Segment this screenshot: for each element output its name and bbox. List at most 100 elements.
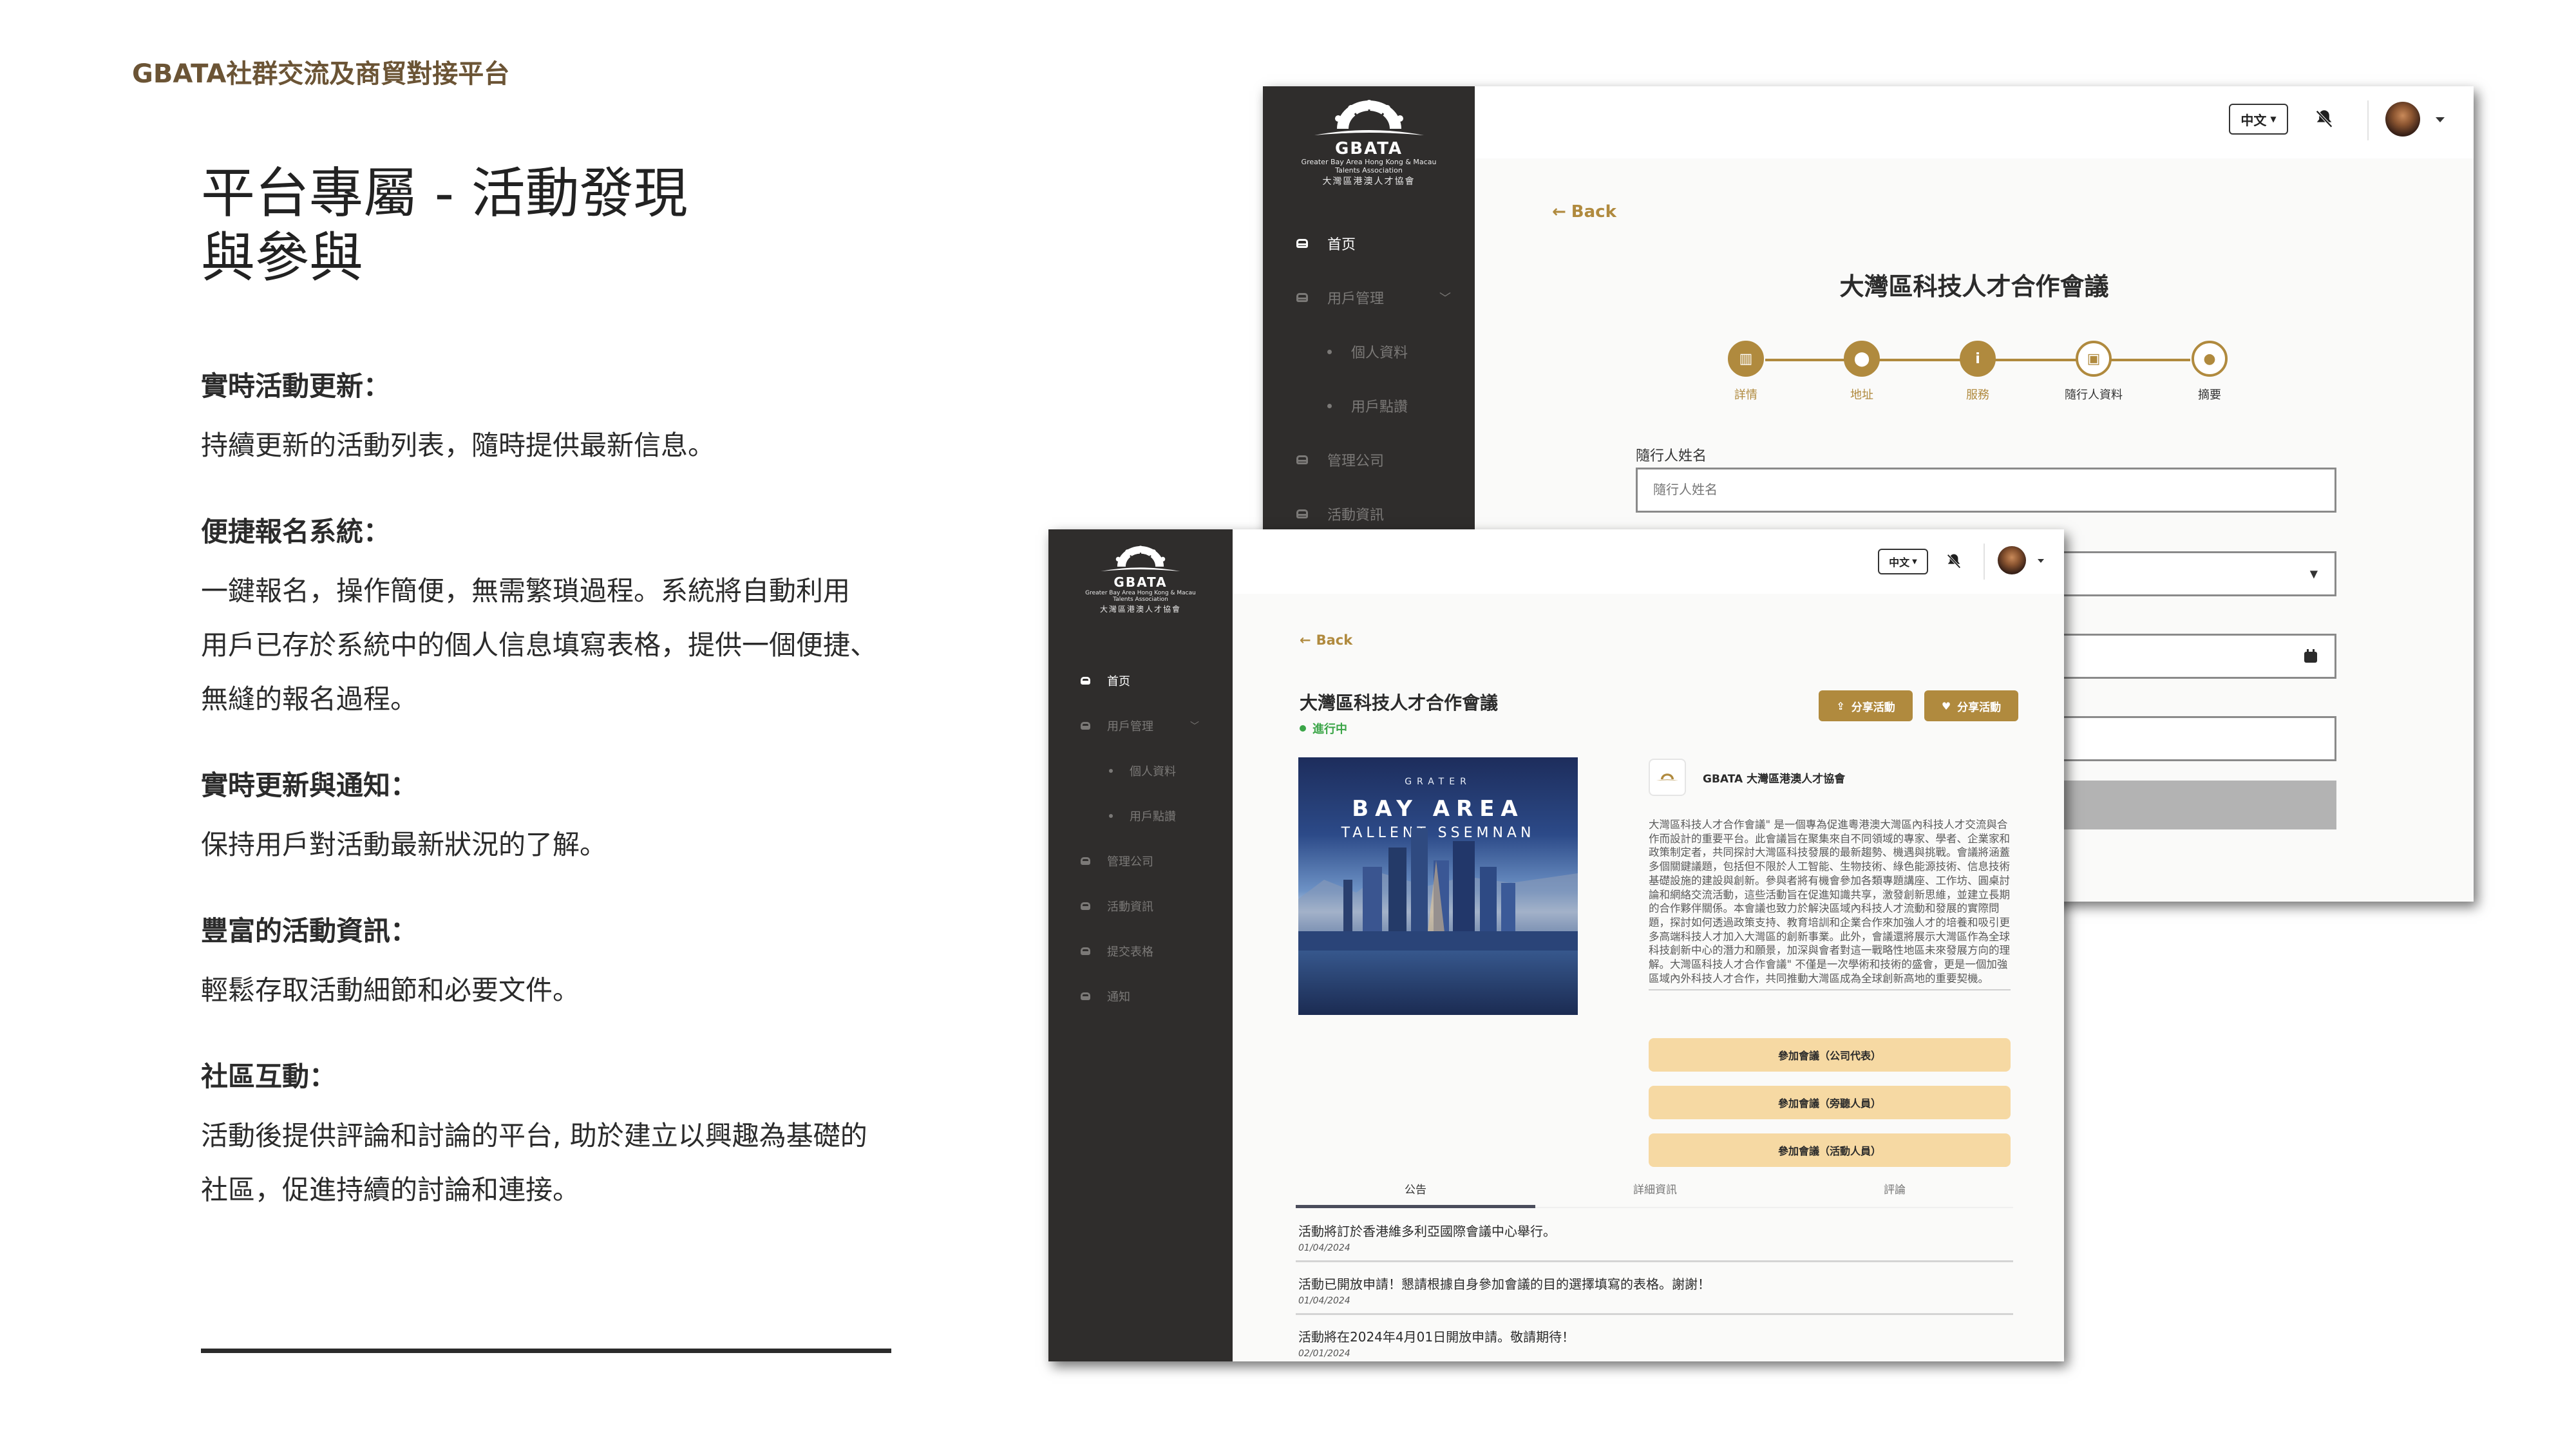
bell-slash-icon[interactable]	[1945, 551, 1963, 571]
sidebar: GBATA Greater Bay Area Hong Kong & Macau…	[1048, 529, 1233, 1361]
sidebar-item-label: 用戶點讚	[1351, 399, 1408, 415]
feature-easy-registration: 便捷報名系統： 一鍵報名，操作簡便，無需繁瑣過程。系統將自動利用 用戶已存於系統…	[201, 513, 974, 726]
event-description: 大灣區科技人才合作會議" 是一個專為促進粵港澳大灣區內科技人才交流與合作而設計的…	[1649, 818, 2011, 991]
logo-arch-icon	[1314, 100, 1424, 135]
feature-desc: 保持用戶對活動最新狀況的了解。	[201, 829, 607, 860]
sidebar-item-label: 個人資料	[1130, 765, 1176, 779]
tab-announcements[interactable]: 公告	[1296, 1179, 1535, 1208]
top-bar: 中文 ▼	[1475, 86, 2474, 158]
slide-title: 平台專屬 - 活動發現 與參與	[201, 161, 688, 290]
menu-icon	[1081, 677, 1090, 685]
menu-icon	[1296, 239, 1308, 248]
back-link[interactable]: ← Back	[1552, 202, 1616, 222]
sidebar-item-label: 個人資料	[1351, 345, 1408, 361]
announcement-item: 活動將在2024年4月01日開放申請。敬請期待！ 02/01/2024	[1296, 1315, 2013, 1361]
step-summary[interactable]: ● 摘要	[2158, 341, 2261, 402]
tab-comments[interactable]: 評論	[1775, 1179, 2014, 1202]
sidebar-item-notifications[interactable]: 通知	[1081, 988, 1130, 1005]
share-label: 分享活動	[1851, 701, 1895, 714]
chevron-down-icon: ﹀	[1190, 721, 1199, 732]
join-as-company-rep-button[interactable]: 參加會議（公司代表）	[1649, 1038, 2011, 1072]
share-event-button[interactable]: ⇪ 分享活動	[1819, 690, 1913, 721]
menu-icon	[1081, 722, 1090, 730]
sidebar-item-label: 活動資訊	[1327, 507, 1385, 524]
caret-down-icon: ▼	[2270, 115, 2277, 124]
feature-desc: 輕鬆存取活動細節和必要文件。	[201, 974, 580, 1006]
slide-title-line1: 平台專屬 - 活動發現	[201, 162, 688, 225]
favorite-event-button[interactable]: ♥ 分享活動	[1924, 690, 2018, 721]
companion-name-input[interactable]	[1636, 468, 2336, 513]
announcement-item: 活動將訂於香港維多利亞國際會議中心舉行。 01/04/2024	[1296, 1209, 2013, 1262]
feature-title: 社區互動：	[201, 1061, 337, 1092]
sidebar-item-label: 首页	[1107, 675, 1130, 688]
organizer-name: GBATA 大灣區港澳人才協會	[1703, 772, 1846, 786]
sidebar-item-label: 提交表格	[1107, 945, 1153, 959]
caret-down-icon[interactable]	[2436, 117, 2445, 122]
sidebar-item-events[interactable]: 活動資訊	[1081, 898, 1153, 914]
event-tabs: 公告 詳細資訊 評論	[1296, 1179, 2013, 1208]
menu-icon	[1081, 992, 1090, 1000]
logo-zh: 大灣區港澳人才協會	[1099, 604, 1181, 614]
event-banner-image: GRATER BAY AREA TALLENT SSEMNAN	[1298, 757, 1578, 1015]
top-bar: 中文 ▼	[1233, 529, 2064, 594]
bell-slash-icon[interactable]	[2313, 107, 2335, 130]
sidebar-item-home[interactable]: 首页	[1081, 672, 1130, 689]
caret-down-icon[interactable]	[2038, 559, 2044, 563]
join-as-staff-button[interactable]: 參加會議（活動人員）	[1649, 1133, 2011, 1167]
sidebar-subitem-profile[interactable]: 個人資料	[1109, 762, 1176, 779]
bullet-icon	[1109, 769, 1113, 773]
user-avatar[interactable]	[2385, 102, 2420, 137]
feature-event-info: 豐富的活動資訊： 輕鬆存取活動細節和必要文件。	[201, 912, 974, 1018]
sidebar-item-user-management[interactable]: 用戶管理 ﹀	[1296, 287, 1451, 308]
step-companion[interactable]: ▣ 隨行人資料	[2042, 341, 2145, 402]
tab-details[interactable]: 詳細資訊	[1535, 1179, 1775, 1202]
sidebar-item-manage-company[interactable]: 管理公司	[1296, 450, 1384, 470]
join-as-observer-button[interactable]: 參加會議（旁聽人員）	[1649, 1086, 2011, 1119]
language-select[interactable]: 中文 ▼	[2229, 104, 2288, 135]
step-address[interactable]: ⬤ 地址	[1810, 341, 1913, 402]
status-badge: 進行中	[1300, 720, 1347, 737]
building-icon: ▥	[1728, 341, 1764, 377]
step-services[interactable]: i 服務	[1926, 341, 2029, 402]
sidebar-item-submit-form[interactable]: 提交表格	[1081, 943, 1153, 960]
language-label: 中文	[1889, 556, 1910, 569]
sidebar-subitem-likes[interactable]: 用戶點讚	[1109, 808, 1176, 824]
calendar-icon	[2304, 649, 2317, 663]
logo-en-line1: Greater Bay Area Hong Kong & Macau	[1085, 590, 1196, 596]
bullet-icon	[1327, 349, 1332, 354]
event-detail-window: GBATA Greater Bay Area Hong Kong & Macau…	[1048, 529, 2064, 1361]
sidebar-subitem-profile[interactable]: 個人資料	[1327, 341, 1408, 362]
logo-zh: 大灣區港澳人才協會	[1322, 176, 1416, 187]
feature-title: 實時更新與通知：	[201, 770, 418, 801]
share-icon: ⇪	[1836, 699, 1845, 712]
announcement-text: 活動將訂於香港維多利亞國際會議中心舉行。	[1298, 1224, 1556, 1239]
user-avatar[interactable]	[1998, 546, 2026, 574]
logo-abbr: GBATA	[1334, 139, 1403, 158]
heart-icon: ♥	[1941, 699, 1951, 712]
back-link[interactable]: ← Back	[1300, 632, 1352, 648]
user-icon: ●	[2192, 341, 2228, 377]
sidebar-subitem-likes[interactable]: 用戶點讚	[1327, 395, 1408, 416]
sidebar-item-home[interactable]: 首页	[1296, 233, 1356, 254]
menu-icon	[1296, 455, 1308, 464]
step-label: 服務	[1966, 388, 1989, 402]
logo-en-line2: Talents Association	[1335, 166, 1403, 175]
feature-desc: 無縫的報名過程。	[201, 683, 418, 715]
divider-rule	[201, 1349, 891, 1353]
language-select[interactable]: 中文 ▼	[1878, 549, 1928, 574]
feature-title: 便捷報名系統：	[201, 516, 391, 547]
step-details[interactable]: ▥ 詳情	[1694, 341, 1797, 402]
sidebar-item-user-management[interactable]: 用戶管理 ﹀	[1081, 717, 1199, 734]
organizer-row: GBATA 大灣區港澳人才協會	[1649, 759, 1845, 796]
language-label: 中文	[2240, 112, 2267, 128]
sidebar-item-label: 首页	[1327, 237, 1356, 253]
menu-icon	[1081, 857, 1090, 865]
map-pin-icon: ⬤	[1844, 341, 1880, 377]
sidebar-item-events[interactable]: 活動資訊	[1296, 504, 1384, 524]
feature-desc: 社區，促進持續的討論和連接。	[201, 1174, 580, 1206]
sidebar-item-manage-company[interactable]: 管理公司	[1081, 853, 1153, 869]
back-label: Back	[1571, 202, 1616, 222]
sidebar-item-label: 用戶管理	[1327, 291, 1385, 307]
bullet-icon	[1109, 814, 1113, 818]
slide-brand-title: GBATA社群交流及商貿對接平台	[132, 59, 510, 89]
